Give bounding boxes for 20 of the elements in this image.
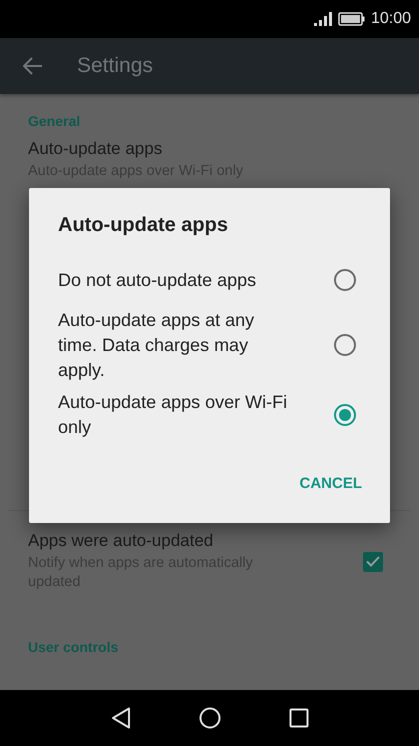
home-icon[interactable] — [198, 707, 220, 729]
status-time: 10:00 — [370, 10, 411, 28]
setting-title: Auto-update apps — [28, 139, 164, 159]
section-header: User controls — [28, 639, 118, 655]
radio-button[interactable] — [334, 269, 356, 291]
option-label[interactable]: Auto-update apps at any time. Data charges may apply. — [58, 308, 296, 382]
section-header: General — [28, 113, 80, 129]
option-label[interactable]: Auto-update apps over Wi-Fi only — [58, 390, 296, 440]
dialog-title: Auto-update apps — [58, 214, 228, 237]
app-bar-title: Settings — [77, 54, 153, 78]
back-arrow-icon[interactable] — [23, 57, 43, 75]
radio-button[interactable] — [334, 334, 356, 356]
checkbox[interactable] — [363, 552, 383, 572]
back-icon[interactable] — [110, 707, 130, 729]
signal-icon — [314, 12, 332, 26]
recents-icon[interactable] — [288, 708, 308, 728]
battery-icon — [338, 12, 365, 26]
option-label[interactable]: Do not auto-update apps — [58, 268, 296, 292]
radio-button[interactable] — [334, 404, 356, 426]
setting-title: Apps were auto-updated — [28, 531, 214, 551]
